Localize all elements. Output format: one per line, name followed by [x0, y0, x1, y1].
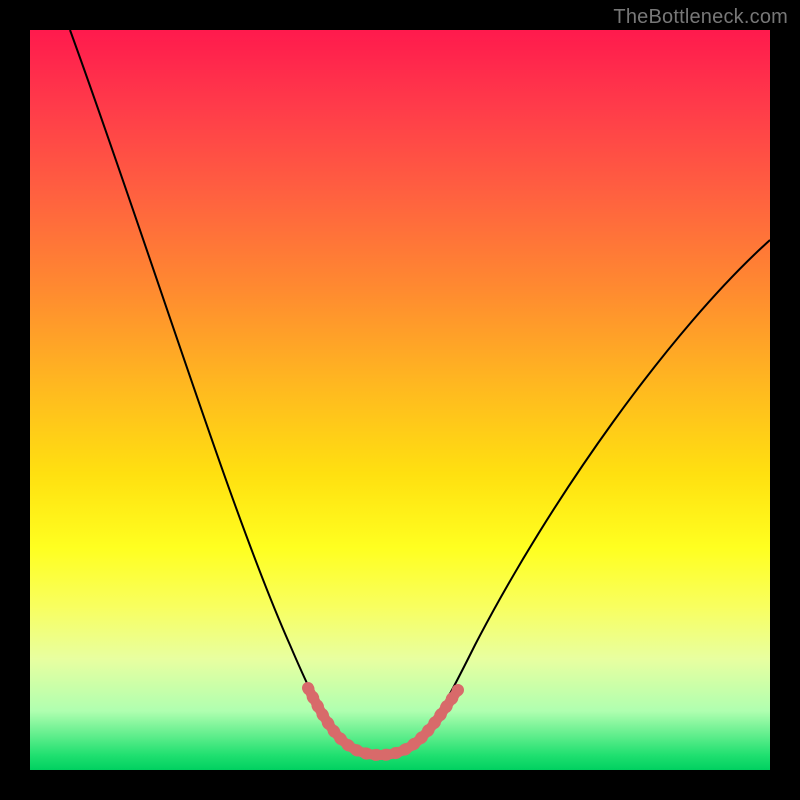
highlight-segment-core: [308, 688, 458, 755]
plot-area: [30, 30, 770, 770]
chart-frame: TheBottleneck.com: [0, 0, 800, 800]
watermark-text: TheBottleneck.com: [613, 6, 788, 29]
bottleneck-curve: [70, 30, 770, 755]
curve-layer: [30, 30, 770, 770]
